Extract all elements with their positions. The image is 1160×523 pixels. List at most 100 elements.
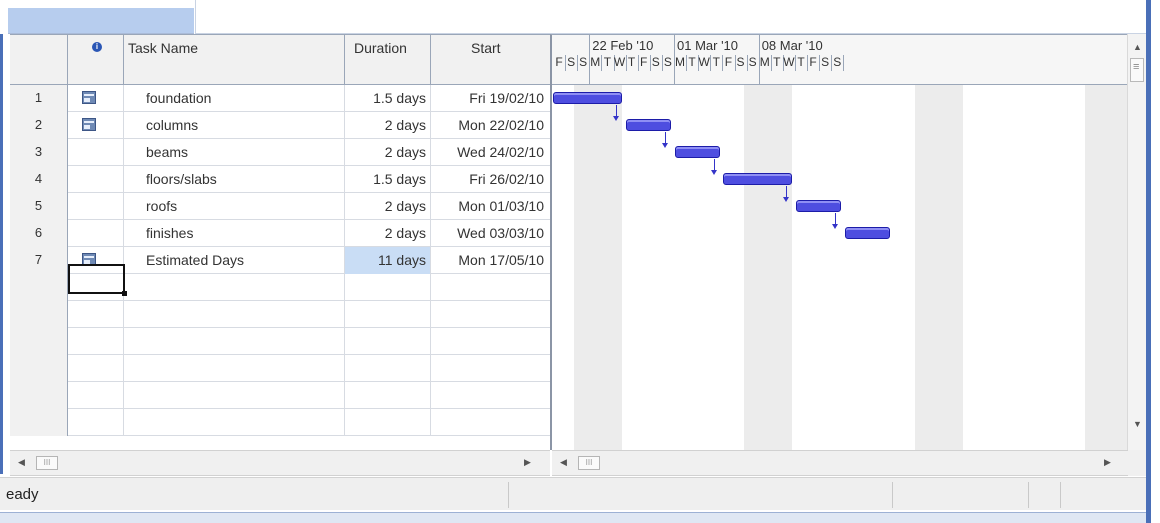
row-indicator[interactable] (68, 85, 124, 112)
task-name-cell[interactable] (124, 355, 345, 382)
task-bar[interactable] (626, 119, 671, 131)
table-row[interactable]: 5 roofs 2 days Mon 01/03/10 (10, 193, 550, 220)
row-indicator[interactable] (68, 382, 124, 409)
table-row[interactable] (10, 301, 550, 328)
duration-cell[interactable] (345, 355, 431, 382)
split-handle-icon[interactable] (1130, 58, 1144, 82)
row-id[interactable]: 5 (10, 193, 68, 220)
duration-cell[interactable] (345, 382, 431, 409)
task-name-cell[interactable]: Estimated Days (124, 247, 345, 274)
gantt-scroll-right-icon[interactable]: ▶ (1104, 457, 1111, 468)
start-cell[interactable]: Fri 19/02/10 (431, 85, 550, 112)
task-bar[interactable] (553, 92, 622, 104)
row-id[interactable]: 1 (10, 85, 68, 112)
start-column-header[interactable]: Start (431, 35, 550, 85)
row-indicator[interactable] (68, 328, 124, 355)
start-cell[interactable] (431, 382, 550, 409)
row-id[interactable] (10, 328, 68, 355)
select-all-corner[interactable] (10, 35, 68, 85)
row-indicator[interactable] (68, 139, 124, 166)
vertical-scrollbar[interactable]: ▲ ▼ (1127, 34, 1146, 450)
row-id[interactable]: 6 (10, 220, 68, 247)
resize-grip-icon[interactable] (1128, 450, 1146, 476)
row-id[interactable] (10, 409, 68, 436)
row-indicator[interactable] (68, 193, 124, 220)
row-id[interactable]: 7 (10, 247, 68, 274)
row-id[interactable]: 4 (10, 166, 68, 193)
row-indicator[interactable] (68, 166, 124, 193)
row-indicator[interactable] (68, 409, 124, 436)
table-row[interactable]: 6 finishes 2 days Wed 03/03/10 (10, 220, 550, 247)
task-name-cell[interactable]: roofs (124, 193, 345, 220)
task-bar[interactable] (845, 227, 890, 239)
table-scroll-thumb[interactable]: III (36, 456, 58, 470)
task-bar[interactable] (723, 173, 792, 185)
task-name-cell[interactable]: foundation (124, 85, 345, 112)
row-indicator[interactable] (68, 355, 124, 382)
task-name-cell[interactable] (124, 328, 345, 355)
active-cell-cursor[interactable] (68, 264, 127, 296)
row-indicator[interactable] (68, 112, 124, 139)
task-name-cell[interactable] (124, 274, 345, 301)
entry-bar[interactable] (195, 0, 1148, 34)
duration-cell[interactable]: 2 days (345, 193, 431, 220)
task-name-column-header[interactable]: Task Name (124, 35, 345, 85)
table-horizontal-scrollbar[interactable]: ◀ III ▶ (10, 450, 550, 476)
scroll-up-icon[interactable]: ▲ (1133, 42, 1142, 52)
scroll-left-icon[interactable]: ◀ (18, 457, 25, 468)
table-row[interactable] (10, 355, 550, 382)
note-icon[interactable] (82, 118, 96, 131)
start-cell[interactable] (431, 301, 550, 328)
row-id[interactable] (10, 382, 68, 409)
start-cell[interactable] (431, 274, 550, 301)
duration-cell[interactable]: 1.5 days (345, 166, 431, 193)
start-cell[interactable]: Wed 03/03/10 (431, 220, 550, 247)
duration-cell[interactable] (345, 274, 431, 301)
start-cell[interactable]: Mon 17/05/10 (431, 247, 550, 274)
table-row[interactable] (10, 409, 550, 436)
gantt-chart[interactable]: F S S M T W T F S S M T W T F S S M T W T F S S 22 Feb '10 01 Mar… (550, 34, 1127, 450)
table-row[interactable]: 4 floors/slabs 1.5 days Fri 26/02/10 (10, 166, 550, 193)
table-row[interactable]: 3 beams 2 days Wed 24/02/10 (10, 139, 550, 166)
note-icon[interactable] (82, 91, 96, 104)
row-indicator[interactable] (68, 220, 124, 247)
duration-cell[interactable] (345, 301, 431, 328)
duration-cell[interactable]: 2 days (345, 220, 431, 247)
gantt-scroll-thumb[interactable]: III (578, 456, 600, 470)
task-name-cell[interactable] (124, 409, 345, 436)
duration-cell[interactable]: 11 days (345, 247, 431, 274)
task-name-cell[interactable]: floors/slabs (124, 166, 345, 193)
task-name-cell[interactable]: beams (124, 139, 345, 166)
task-name-cell[interactable] (124, 382, 345, 409)
duration-cell[interactable] (345, 409, 431, 436)
table-row[interactable]: 1 foundation 1.5 days Fri 19/02/10 (10, 85, 550, 112)
duration-cell[interactable]: 2 days (345, 112, 431, 139)
table-row[interactable]: 2 columns 2 days Mon 22/02/10 (10, 112, 550, 139)
row-id[interactable] (10, 274, 68, 301)
view-tab[interactable] (8, 8, 194, 34)
duration-column-header[interactable]: Duration (345, 35, 431, 85)
start-cell[interactable]: Wed 24/02/10 (431, 139, 550, 166)
scroll-right-icon[interactable]: ▶ (524, 457, 531, 468)
gantt-scroll-left-icon[interactable]: ◀ (560, 457, 567, 468)
duration-cell[interactable] (345, 328, 431, 355)
indicators-column-header[interactable]: i (68, 35, 124, 85)
start-cell[interactable] (431, 355, 550, 382)
start-cell[interactable]: Mon 22/02/10 (431, 112, 550, 139)
task-name-cell[interactable]: columns (124, 112, 345, 139)
scroll-down-icon[interactable]: ▼ (1133, 419, 1142, 429)
table-row[interactable] (10, 328, 550, 355)
task-name-cell[interactable] (124, 301, 345, 328)
row-indicator[interactable] (68, 301, 124, 328)
task-name-cell[interactable]: finishes (124, 220, 345, 247)
duration-cell[interactable]: 2 days (345, 139, 431, 166)
table-row[interactable] (10, 382, 550, 409)
row-id[interactable] (10, 355, 68, 382)
row-id[interactable]: 2 (10, 112, 68, 139)
row-id[interactable]: 3 (10, 139, 68, 166)
task-bar[interactable] (796, 200, 841, 212)
duration-cell[interactable]: 1.5 days (345, 85, 431, 112)
start-cell[interactable]: Mon 01/03/10 (431, 193, 550, 220)
start-cell[interactable]: Fri 26/02/10 (431, 166, 550, 193)
gantt-horizontal-scrollbar[interactable]: ◀ III ▶ (552, 450, 1128, 476)
